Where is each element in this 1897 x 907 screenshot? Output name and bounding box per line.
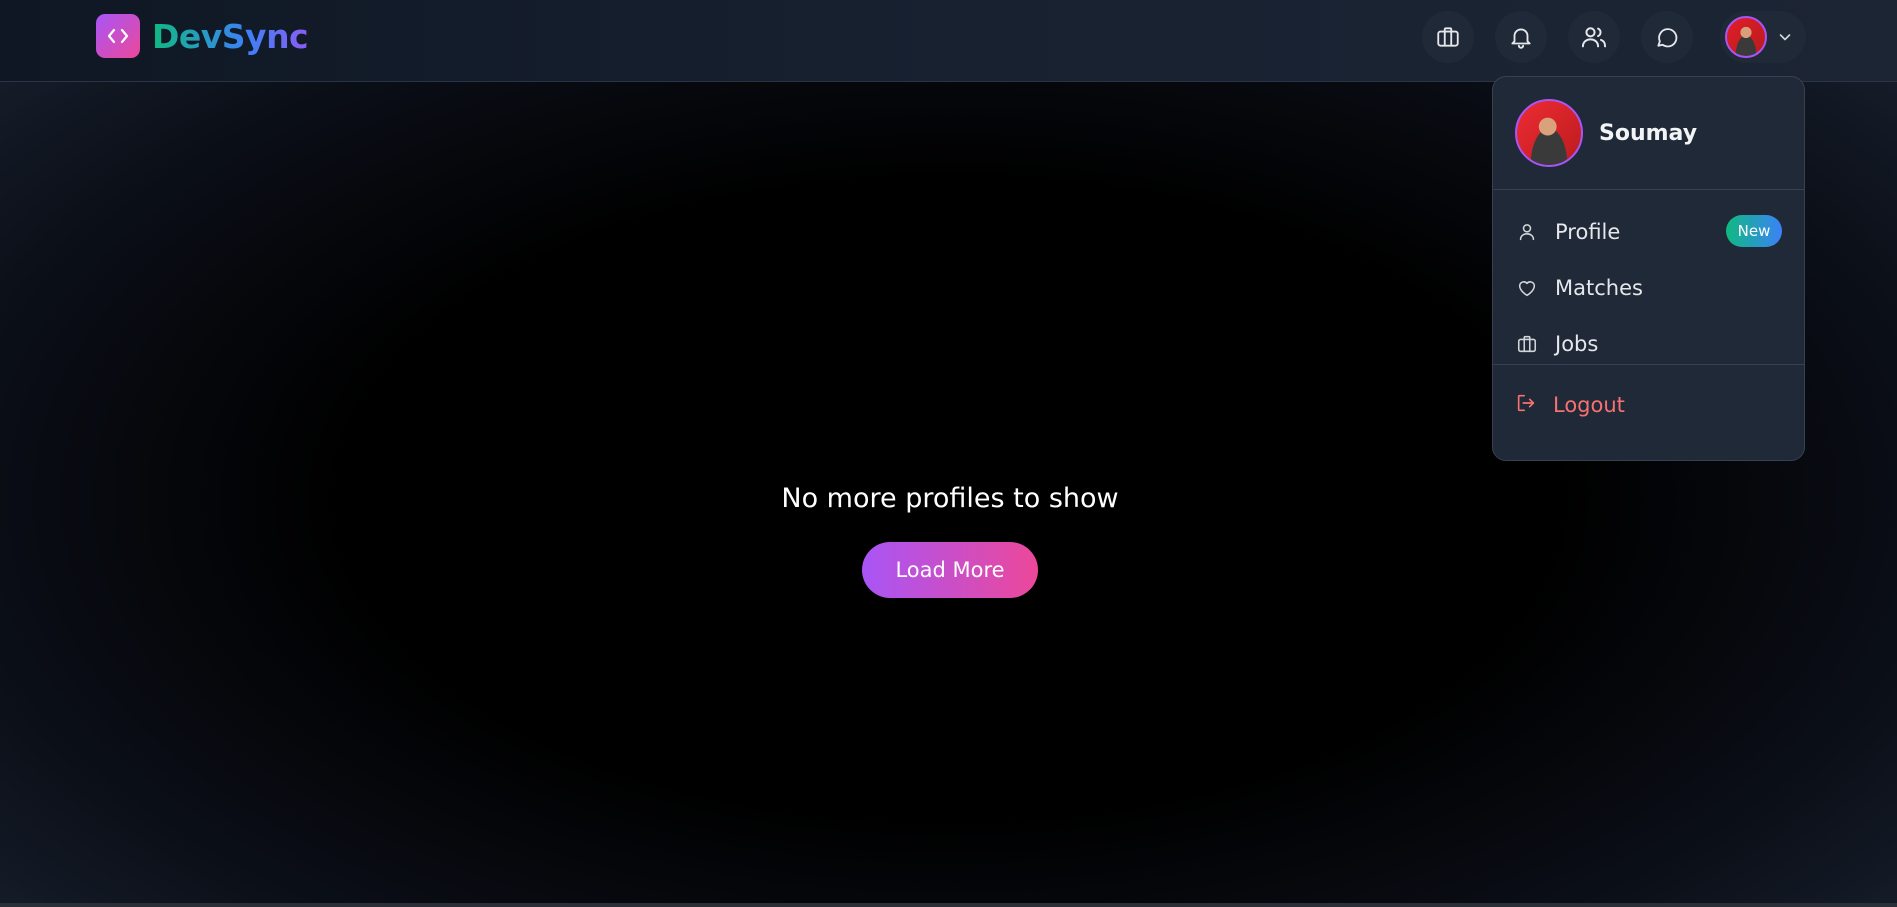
menu-item-jobs[interactable]: Jobs [1493, 316, 1804, 372]
bell-icon [1511, 28, 1531, 49]
notifications-button[interactable] [1495, 11, 1547, 63]
messages-button[interactable] [1641, 11, 1693, 63]
logout-icon [1515, 392, 1537, 418]
avatar [1725, 16, 1767, 58]
user-menu-toggle[interactable] [1720, 11, 1806, 63]
user-name: Soumay [1599, 120, 1698, 146]
heart-icon [1515, 276, 1539, 300]
top-navbar: DevSync [0, 0, 1897, 82]
user-menu-header: Soumay [1493, 77, 1804, 190]
chat-bubble-icon [1657, 28, 1678, 48]
briefcase-icon [1515, 332, 1539, 356]
briefcase-icon [1437, 27, 1459, 47]
users-icon [1581, 27, 1607, 48]
menu-item-matches[interactable]: Matches [1493, 260, 1804, 316]
logout-label: Logout [1553, 393, 1625, 417]
navbar-actions [0, 11, 1897, 63]
menu-item-label: Matches [1555, 276, 1643, 300]
jobs-nav-button[interactable] [1422, 11, 1474, 63]
empty-feed-message: No more profiles to show [781, 483, 1119, 514]
user-icon [1515, 220, 1539, 244]
menu-item-logout[interactable]: Logout [1493, 365, 1804, 445]
menu-item-label: Profile [1555, 220, 1621, 244]
new-badge: New [1726, 215, 1782, 247]
connections-button[interactable] [1568, 11, 1620, 63]
avatar [1515, 99, 1583, 167]
user-dropdown-menu: Soumay Profile New Matches Jobs Logout [1492, 76, 1805, 461]
menu-item-label: Jobs [1555, 332, 1599, 356]
user-menu-items: Profile New Matches Jobs [1493, 190, 1804, 365]
chevron-down-icon [1779, 34, 1791, 41]
load-more-button[interactable]: Load More [862, 542, 1038, 598]
bottom-divider [0, 903, 1897, 907]
menu-item-profile[interactable]: Profile New [1493, 204, 1804, 260]
